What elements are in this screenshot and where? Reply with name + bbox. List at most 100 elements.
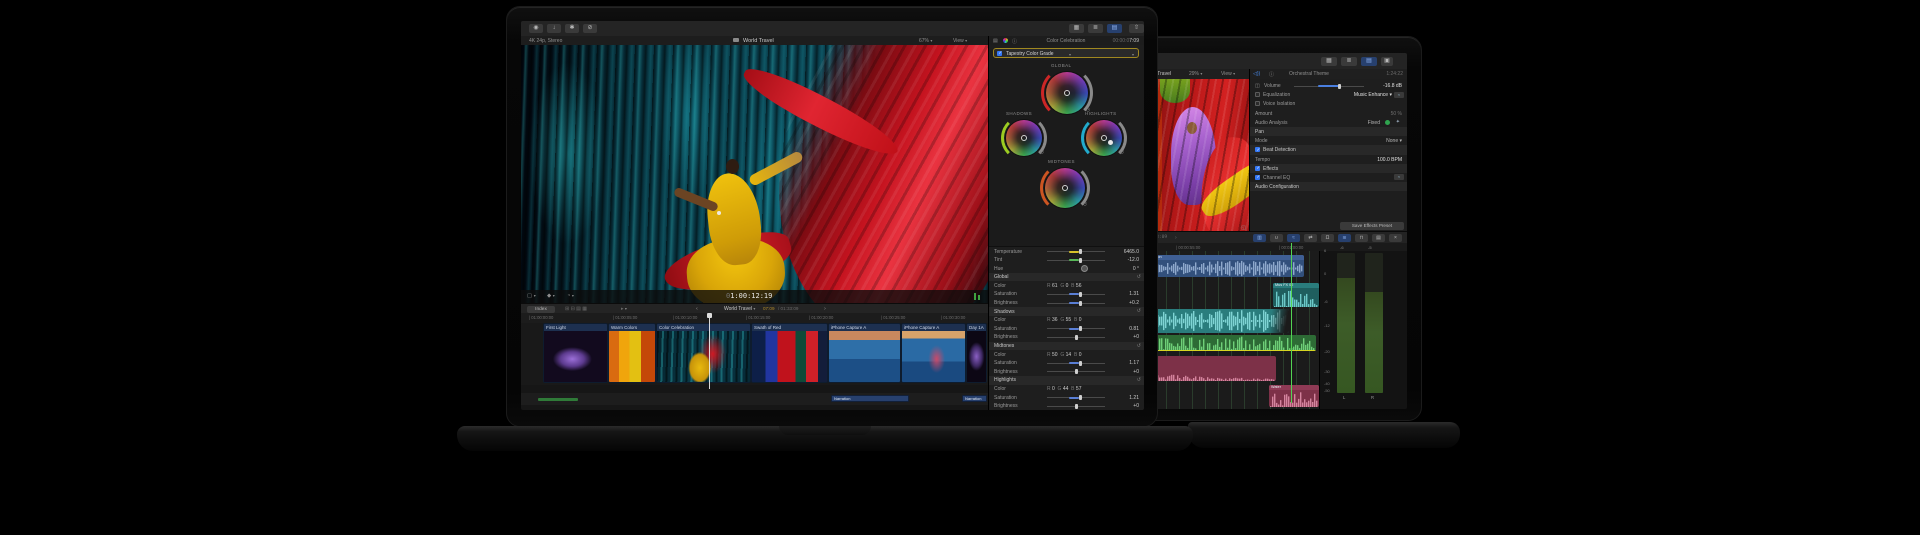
import-media-icon[interactable]: ◉	[529, 24, 543, 33]
audio-waveform-icon[interactable]: ≈	[1287, 234, 1300, 242]
loop-icon[interactable]: ≋	[1338, 234, 1351, 242]
narration-audio-clip[interactable]: Narration	[831, 395, 909, 402]
timeline-view-icon[interactable]: ▤	[1107, 24, 1122, 33]
previous-clip-icon[interactable]: ‹	[696, 306, 698, 312]
audio-clip-sliver[interactable]	[538, 398, 578, 401]
disclosure-icon[interactable]: ›	[1175, 235, 1177, 241]
narration-audio-clip[interactable]: Narration	[962, 395, 987, 402]
wheel-reset-icon[interactable]: ↺	[1040, 150, 1044, 156]
audio-lane-mus-fx-02[interactable]: Mus FX 02	[1273, 283, 1319, 307]
audio-lane-clip[interactable]	[1144, 356, 1276, 381]
slider-thumb[interactable]	[1079, 395, 1082, 401]
eq-thumbnail-button[interactable]: ≈	[1394, 91, 1404, 98]
download-icon[interactable]: ↓	[547, 24, 561, 33]
reset-icon[interactable]: ↺	[1137, 274, 1141, 280]
slider-thumb[interactable]	[1079, 326, 1082, 332]
timeline-playhead[interactable]	[707, 313, 712, 389]
reset-icon[interactable]: ↺	[1137, 308, 1141, 314]
hue-knob[interactable]	[1081, 264, 1088, 272]
list-view-icon[interactable]: ≣	[1088, 24, 1103, 33]
audio-lane-narration[interactable]: Narration	[1144, 255, 1304, 277]
effects-checkbox[interactable]	[1255, 165, 1260, 171]
skimmer-tool-icon[interactable]: ▸ ▾	[621, 306, 627, 312]
crop-icon[interactable]: ▢ ▾	[527, 293, 536, 299]
magnet-icon[interactable]: ∪	[1270, 234, 1283, 242]
slider-thumb[interactable]	[1079, 249, 1082, 254]
back-view-menu[interactable]: View ▾	[1221, 71, 1235, 77]
wheel-reset-icon[interactable]: ↺	[1083, 202, 1087, 208]
color-wheel-midtones[interactable]	[1040, 163, 1090, 213]
timeline-view-icon[interactable]: ▤	[1361, 56, 1377, 66]
lock-icon[interactable]: ▣	[1381, 56, 1393, 66]
wheel-indicator[interactable]	[1062, 185, 1068, 191]
equalization-checkbox[interactable]	[1255, 92, 1260, 98]
timeline-clip[interactable]: Swath of Red	[751, 323, 828, 383]
timeline-clip[interactable]: Color Celebration	[656, 323, 751, 383]
viewer-canvas[interactable]: ▢ ▾ ◆ ▾ ◔ ▾ 01:00:12:19	[521, 45, 988, 303]
reset-icon[interactable]: ↺	[1137, 343, 1141, 349]
preset-enabled-checkbox[interactable]	[997, 50, 1002, 56]
wheel-indicator[interactable]	[1021, 135, 1027, 141]
snapping-icon[interactable]: ▥	[1253, 234, 1266, 242]
slider-thumb[interactable]	[1075, 403, 1078, 409]
skimming-icon[interactable]: ⇄	[1304, 234, 1317, 242]
voice-isolation-checkbox[interactable]	[1255, 101, 1260, 107]
draw-mask-icon[interactable]: ◆ ▾	[547, 293, 555, 299]
viewer-view-menu[interactable]: View ▾	[953, 38, 967, 44]
inspector-row: Color R 50 G 14 B 0	[989, 350, 1144, 359]
wheel-puck[interactable]	[1107, 140, 1113, 146]
background-tasks-icon[interactable]: ⊘	[583, 24, 597, 33]
slider-thumb[interactable]	[1079, 291, 1082, 297]
timeline-clip[interactable]: Day 1A	[966, 323, 987, 383]
next-clip-icon[interactable]: ›	[824, 306, 826, 312]
timeline-clip[interactable]: First Light	[543, 323, 608, 383]
reset-icon[interactable]: ↺	[1137, 377, 1141, 383]
clip-thumbnail	[609, 331, 655, 382]
browser-grid-view-icon[interactable]: ▦	[1321, 56, 1337, 66]
retime-icon[interactable]: ◔ ▾	[567, 293, 574, 299]
timeline-clip[interactable]: iPhone Capture A	[901, 323, 966, 383]
timeline-clip[interactable]: iPhone Capture A	[828, 323, 901, 383]
slider-thumb[interactable]	[1079, 257, 1082, 263]
wheel-indicator[interactable]	[1101, 135, 1107, 141]
audio-lane-water[interactable]: Water	[1269, 385, 1319, 407]
row-label: Audio Analysis	[1255, 119, 1288, 126]
beat-detection-checkbox[interactable]	[1255, 147, 1260, 153]
tools-icon[interactable]: ⊓	[1355, 234, 1368, 242]
wheel-reset-icon[interactable]: ↺	[1120, 150, 1124, 156]
index-button[interactable]: Index	[527, 305, 555, 313]
slider-thumb[interactable]	[1079, 300, 1082, 306]
slider-thumb[interactable]	[1075, 334, 1078, 340]
back-playhead[interactable]	[1291, 243, 1292, 403]
timeline-title-menu[interactable]: World Travel ▾	[724, 306, 755, 312]
clip-appearance-icons[interactable]: ⊞ ⊟ ▤ ▦	[565, 306, 587, 312]
viewer-zoom-menu[interactable]: 67% ▾	[919, 38, 932, 44]
audio-lane-clip[interactable]	[1144, 309, 1289, 333]
inspector-row: Brightness +0	[989, 367, 1144, 376]
browser-grid-view-icon[interactable]: ▦	[1069, 24, 1084, 33]
eq-thumbnail-button[interactable]: ≈	[1394, 174, 1404, 181]
close-icon[interactable]: ×	[1389, 234, 1402, 242]
color-wheel-shadows[interactable]	[1001, 115, 1047, 161]
save-effects-preset-button[interactable]: Save Effects Preset	[1340, 222, 1404, 230]
color-preset-dropdown[interactable]: Tapestry Color Grade ▾ ▾	[993, 48, 1139, 58]
render-icon[interactable]: ▤	[1372, 234, 1385, 242]
volume-slider-thumb[interactable]	[1338, 83, 1341, 89]
meter-scale-label: -40	[1324, 381, 1330, 386]
magic-wand-icon[interactable]: ✦	[1396, 119, 1400, 125]
keyword-editor-icon[interactable]: ✱	[565, 24, 579, 33]
back-zoom-menu[interactable]: 29% ▾	[1189, 71, 1202, 77]
playhead-handle[interactable]	[707, 313, 712, 318]
color-wheel-global[interactable]	[1041, 67, 1093, 119]
back-viewer-canvas[interactable]: 2:21 ◱	[1144, 79, 1249, 233]
slider-thumb[interactable]	[1075, 369, 1078, 375]
slider-thumb[interactable]	[1079, 360, 1082, 366]
list-view-icon[interactable]: ≣	[1341, 56, 1357, 66]
wheel-indicator[interactable]	[1064, 90, 1070, 96]
row-label: Amount	[1255, 110, 1273, 117]
timeline-clip[interactable]: Warm Colors	[608, 323, 656, 383]
share-icon[interactable]: ⇧	[1129, 24, 1144, 33]
channel-eq-checkbox[interactable]	[1255, 174, 1260, 180]
color-wheel-highlights[interactable]	[1081, 115, 1127, 161]
solo-icon[interactable]: Ω	[1321, 234, 1334, 242]
